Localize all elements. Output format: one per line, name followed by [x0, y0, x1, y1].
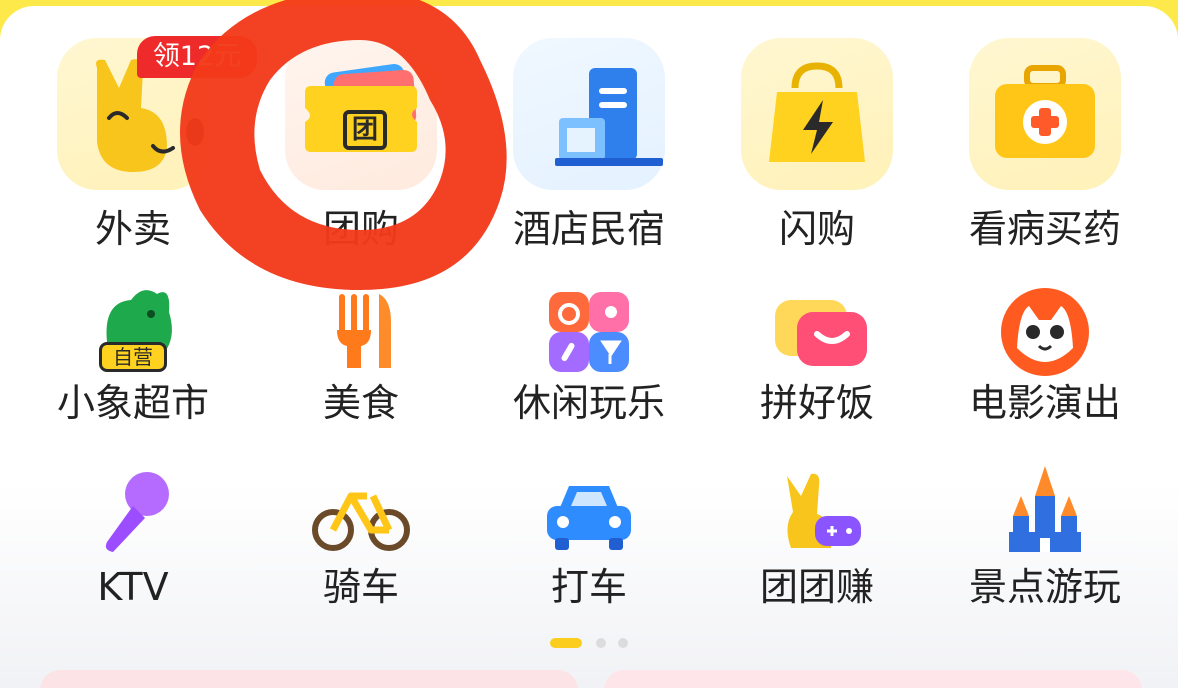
pagination-dot[interactable] [618, 638, 628, 648]
bottom-promo-card-left[interactable] [40, 670, 578, 688]
pagination-dots[interactable] [550, 636, 630, 648]
pagination-dot-active[interactable] [550, 638, 582, 648]
red-circle-annotation [180, 0, 507, 290]
pagination-dot[interactable] [596, 638, 606, 648]
bottom-promo-card-right[interactable] [604, 670, 1142, 688]
